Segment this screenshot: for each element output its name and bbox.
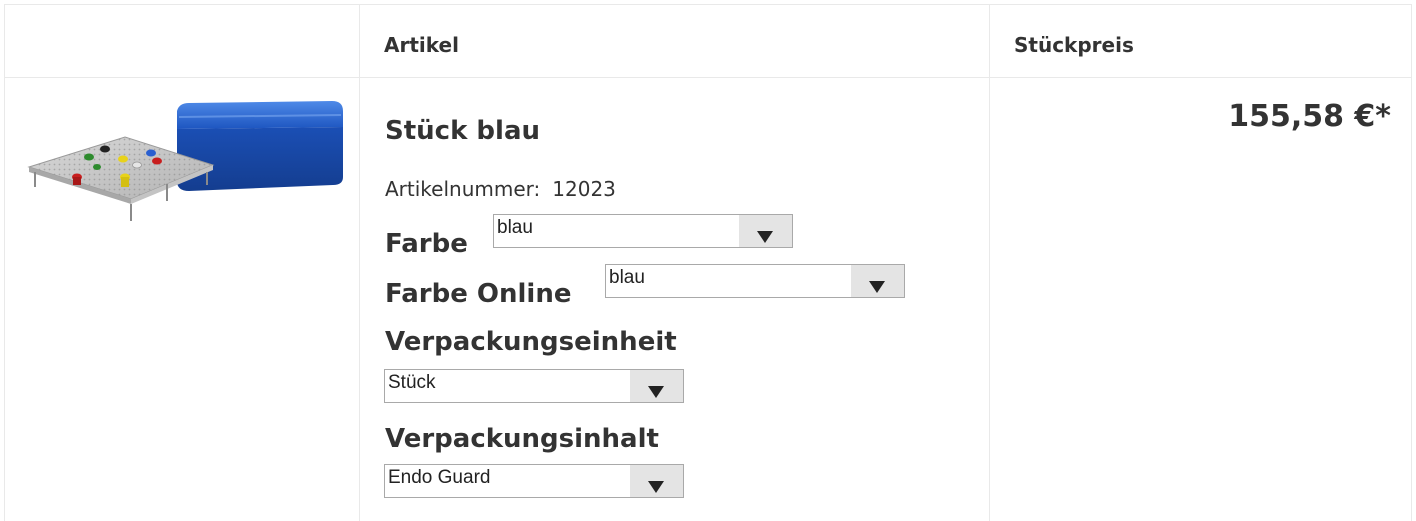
article-number: Artikelnummer: 12023	[385, 177, 616, 201]
dropdown-arrow[interactable]	[630, 370, 683, 402]
cart-table: Artikel Stückpreis Stück blau Artikelnum…	[4, 4, 1412, 521]
article-number-value: 12023	[552, 177, 616, 201]
unit-price: 155,58 €*	[1228, 99, 1391, 134]
article-number-label: Artikelnummer:	[385, 177, 541, 201]
verpackungsinhalt-label: Verpackungsinhalt	[385, 424, 659, 454]
farbe-select[interactable]: blau	[493, 214, 793, 248]
chevron-down-icon	[757, 231, 773, 243]
column-divider	[989, 5, 990, 521]
farbe-select-value: blau	[497, 217, 533, 238]
header-divider	[5, 77, 1411, 78]
verpackungseinheit-label: Verpackungseinheit	[385, 327, 677, 357]
verpackungseinheit-select-value: Stück	[388, 372, 436, 393]
product-title[interactable]: Stück blau	[385, 116, 540, 146]
verpackungsinhalt-select-value: Endo Guard	[388, 467, 491, 488]
verpackungsinhalt-select[interactable]: Endo Guard	[384, 464, 684, 498]
chevron-down-icon	[648, 481, 664, 493]
product-image[interactable]	[27, 97, 357, 237]
column-header-stueckpreis: Stückpreis	[1014, 33, 1134, 57]
dropdown-arrow[interactable]	[739, 215, 792, 247]
column-header-artikel: Artikel	[384, 33, 459, 57]
column-divider	[359, 5, 360, 521]
farbe-label: Farbe	[385, 229, 468, 259]
verpackungseinheit-select[interactable]: Stück	[384, 369, 684, 403]
chevron-down-icon	[869, 281, 885, 293]
dropdown-arrow[interactable]	[851, 265, 904, 297]
chevron-down-icon	[648, 386, 664, 398]
farbe-online-label: Farbe Online	[385, 279, 572, 309]
dropdown-arrow[interactable]	[630, 465, 683, 497]
farbe-online-select[interactable]: blau	[605, 264, 905, 298]
farbe-online-select-value: blau	[609, 267, 645, 288]
